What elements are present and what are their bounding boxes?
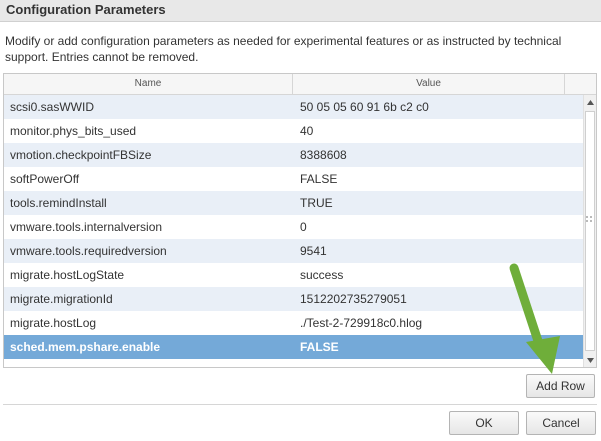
row-value-cell[interactable]: 8388608: [300, 143, 580, 167]
row-value-cell[interactable]: 1512202735279051: [300, 287, 580, 311]
grid-header: Name Value: [4, 74, 596, 95]
row-name-cell: migrate.hostLog: [10, 316, 97, 330]
table-row[interactable]: vmware.tools.requiredversion 9541: [4, 239, 583, 263]
table-row[interactable]: softPowerOff FALSE: [4, 167, 583, 191]
row-name-cell: monitor.phys_bits_used: [10, 124, 137, 138]
row-value-cell[interactable]: 50 05 05 60 91 6b c2 c0: [300, 95, 580, 119]
row-name-cell: vmware.tools.requiredversion: [10, 244, 167, 258]
scrollbar-thumb[interactable]: [585, 111, 595, 351]
vertical-scrollbar[interactable]: [583, 95, 596, 367]
row-value-cell[interactable]: success: [300, 263, 580, 287]
config-parameters-grid: Name Value scsi0.sasWWID 50 05 05 60 91 …: [3, 73, 597, 368]
table-row[interactable]: migrate.hostLogState success: [4, 263, 583, 287]
row-value-cell[interactable]: ./Test-2-729918c0.hlog: [300, 311, 580, 335]
row-name-cell: migrate.migrationId: [10, 292, 113, 306]
grid-body: scsi0.sasWWID 50 05 05 60 91 6b c2 c0 mo…: [4, 95, 583, 367]
row-value-cell[interactable]: 0: [300, 215, 580, 239]
table-row[interactable]: tools.remindInstall TRUE: [4, 191, 583, 215]
table-row[interactable]: monitor.phys_bits_used 40: [4, 119, 583, 143]
table-row[interactable]: vmotion.checkpointFBSize 8388608: [4, 143, 583, 167]
column-header-name[interactable]: Name: [4, 74, 293, 94]
dialog-title: Configuration Parameters: [6, 2, 166, 17]
dialog-titlebar: Configuration Parameters: [0, 0, 601, 22]
row-value-cell[interactable]: FALSE: [300, 167, 580, 191]
ok-button[interactable]: OK: [449, 411, 519, 435]
cancel-button[interactable]: Cancel: [526, 411, 596, 435]
column-header-value[interactable]: Value: [293, 74, 565, 94]
row-value-cell[interactable]: FALSE: [300, 335, 580, 359]
row-name-cell: scsi0.sasWWID: [10, 100, 94, 114]
row-value-cell[interactable]: 40: [300, 119, 580, 143]
table-row[interactable]: scsi0.sasWWID 50 05 05 60 91 6b c2 c0: [4, 95, 583, 119]
table-row[interactable]: migrate.migrationId 1512202735279051: [4, 287, 583, 311]
add-row-button[interactable]: Add Row: [526, 374, 595, 398]
footer-divider: [3, 404, 597, 405]
dialog-description: Modify or add configuration parameters a…: [5, 34, 562, 64]
table-row[interactable]: vmware.tools.internalversion 0: [4, 215, 583, 239]
row-name-cell: vmotion.checkpointFBSize: [10, 148, 152, 162]
row-name-cell: migrate.hostLogState: [10, 268, 125, 282]
row-name-cell: tools.remindInstall: [10, 196, 107, 210]
row-name-cell: vmware.tools.internalversion: [10, 220, 163, 234]
scroll-up-arrow-icon[interactable]: [584, 95, 596, 109]
row-name-cell: softPowerOff: [10, 172, 80, 186]
scrollbar-grip-icon: [585, 215, 593, 224]
row-value-cell[interactable]: 9541: [300, 239, 580, 263]
table-row-selected[interactable]: sched.mem.pshare.enable FALSE: [4, 335, 583, 359]
table-row[interactable]: migrate.hostLog ./Test-2-729918c0.hlog: [4, 311, 583, 335]
row-value-cell[interactable]: TRUE: [300, 191, 580, 215]
scroll-down-arrow-icon[interactable]: [584, 353, 596, 367]
row-name-cell: sched.mem.pshare.enable: [10, 340, 161, 354]
